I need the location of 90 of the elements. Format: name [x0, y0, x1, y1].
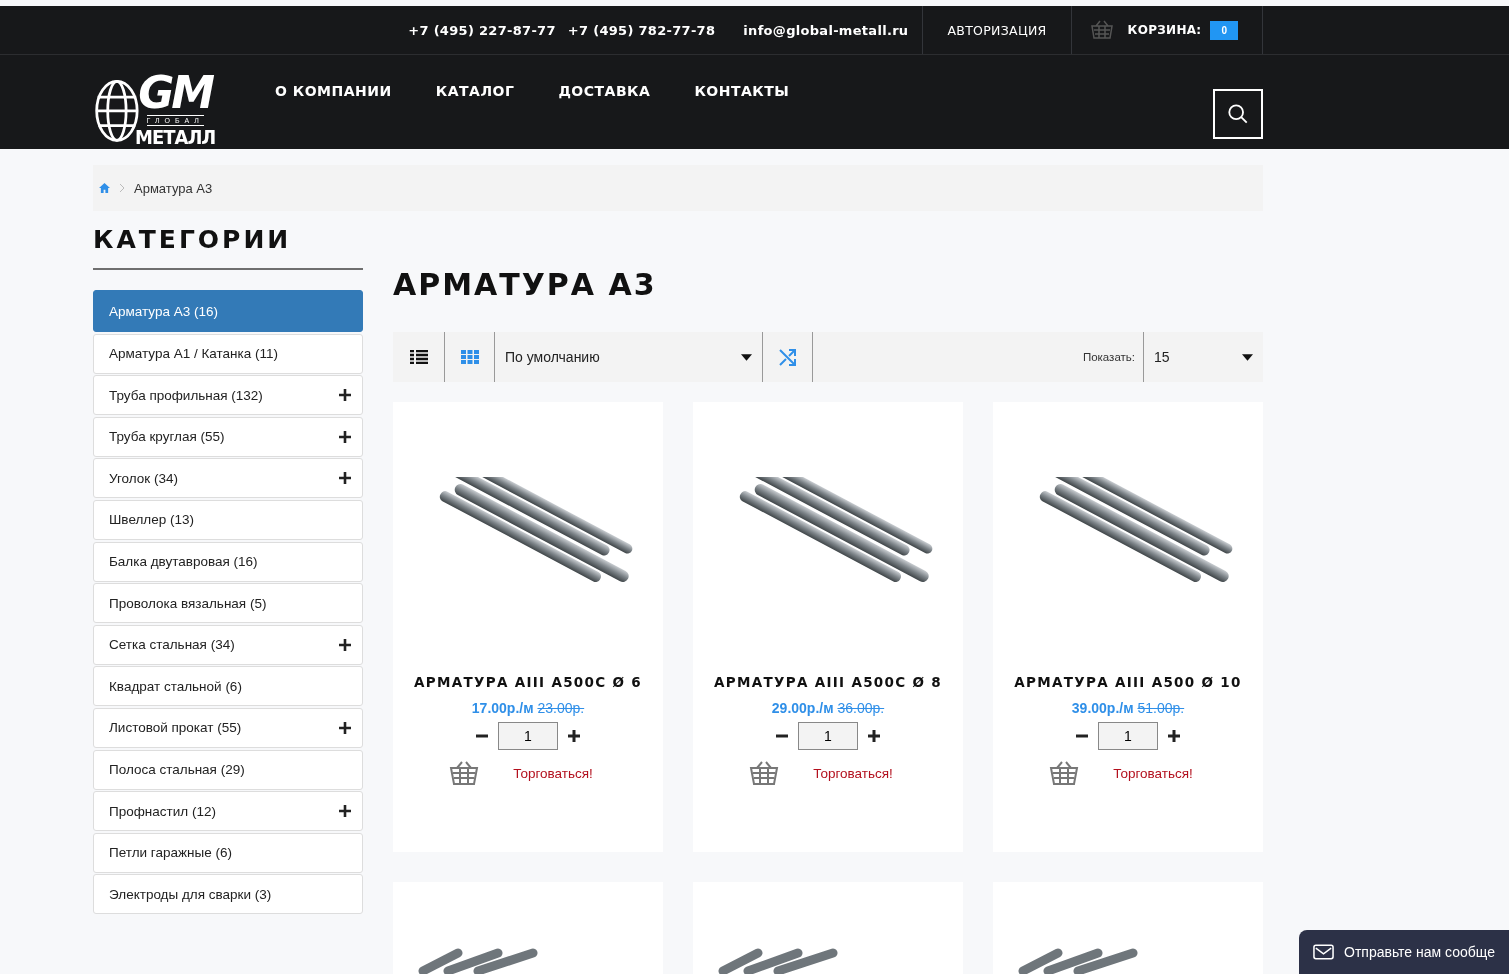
chevron-icon	[119, 183, 125, 193]
category-label: Петли гаражные (6)	[109, 845, 232, 861]
quantity-field[interactable]: 1	[798, 722, 858, 750]
nav-link[interactable]: КАТАЛОГ	[435, 83, 515, 99]
plus-icon[interactable]	[339, 805, 351, 818]
category-label: Труба профильная (132)	[109, 387, 263, 403]
basket-icon[interactable]	[449, 760, 480, 786]
product-price: 39.00р./м	[1071, 700, 1134, 716]
page-size-dropdown[interactable]: 15	[1143, 332, 1263, 382]
email-link[interactable]: info@global-metall.ru	[743, 22, 909, 38]
plus-icon[interactable]	[339, 721, 351, 734]
category-label: Швеллер (13)	[109, 512, 194, 528]
nav-link[interactable]: О КОМПАНИИ	[275, 83, 392, 99]
category-label: Арматура А1 / Катанка (11)	[109, 346, 278, 362]
category-item[interactable]: Листовой прокат (55)	[93, 707, 363, 748]
breadcrumb-item[interactable]: Арматура А3	[134, 180, 213, 196]
product-price: 29.00р./м	[771, 700, 834, 716]
cart-count-badge: 0	[1210, 20, 1238, 40]
old-price: 36.00р.	[837, 700, 885, 716]
sort-dropdown[interactable]: По умолчанию	[495, 332, 763, 382]
increase-button[interactable]	[1168, 730, 1180, 742]
category-label: Уголок (34)	[109, 470, 178, 486]
category-item[interactable]: Профнастил (12)	[93, 791, 363, 832]
phone-number[interactable]: +7 (495) 227-87-77	[408, 22, 556, 38]
category-item[interactable]: Труба круглая (55)	[93, 416, 363, 457]
category-item[interactable]: Квадрат стальной (6)	[93, 666, 363, 707]
category-item[interactable]: Проволока вязальная (5)	[93, 583, 363, 624]
category-item[interactable]: Петли гаражные (6)	[93, 832, 363, 873]
plus-icon	[568, 730, 580, 742]
caret-icon	[1242, 353, 1253, 361]
old-price: 23.00р.	[537, 700, 585, 716]
grid-icon	[460, 350, 479, 364]
list-icon	[409, 350, 428, 364]
increase-button[interactable]	[868, 730, 880, 742]
category-label: Сетка стальная (34)	[109, 637, 235, 653]
category-label: Профнастил (12)	[109, 803, 216, 819]
page-title: АРМАТУРА А3	[393, 267, 658, 302]
cart-label[interactable]: КОРЗИНА:	[1127, 23, 1202, 37]
category-item[interactable]: Полоса стальная (29)	[93, 749, 363, 790]
show-count-label: Показать:	[1082, 351, 1135, 363]
logo-mark: GM	[138, 71, 213, 115]
category-label: Проволока вязальная (5)	[109, 595, 267, 611]
category-item[interactable]: Труба профильная (132)	[93, 375, 363, 416]
product-name[interactable]: АРМАТУРА AIII A500C Ø 8	[714, 674, 942, 690]
category-label: Труба круглая (55)	[109, 429, 225, 445]
basket-icon[interactable]	[1049, 760, 1080, 786]
category-item[interactable]: Швеллер (13)	[93, 499, 363, 540]
chat-widget-button[interactable]: Отправьте нам сообще	[1299, 930, 1509, 974]
category-item[interactable]: Арматура А1 / Катанка (11)	[93, 333, 363, 374]
bargain-link[interactable]: Торговаться!	[1113, 765, 1193, 781]
envelope-icon	[1313, 944, 1334, 960]
category-item[interactable]: Сетка стальная (34)	[93, 624, 363, 665]
product-name[interactable]: АРМАТУРА AIII A500C Ø 6	[414, 674, 642, 690]
plus-icon	[1168, 730, 1180, 742]
basket-icon[interactable]	[1089, 20, 1114, 40]
nav-link[interactable]: ДОСТАВКА	[558, 83, 651, 99]
caret-icon	[741, 353, 752, 361]
login-link[interactable]: АВТОРИЗАЦИЯ	[947, 22, 1047, 38]
product-price: 17.00р./м	[471, 700, 534, 716]
bargain-link[interactable]: Торговаться!	[513, 765, 593, 781]
search-icon	[1227, 103, 1249, 125]
home-icon[interactable]	[99, 183, 110, 193]
category-item[interactable]: Арматура А3 (16)	[93, 290, 363, 332]
category-item[interactable]: Уголок (34)	[93, 458, 363, 499]
category-label: Полоса стальная (29)	[109, 762, 245, 778]
product-name[interactable]: АРМАТУРА AIII A500 Ø 10	[1014, 674, 1242, 690]
increase-button[interactable]	[568, 730, 580, 742]
category-item[interactable]: Электроды для сварки (3)	[93, 874, 363, 915]
plus-icon[interactable]	[339, 430, 351, 443]
quantity-field[interactable]: 1	[498, 722, 558, 750]
shuffle-icon	[777, 347, 798, 367]
plus-icon	[868, 730, 880, 742]
sidebar-title: КАТЕГОРИИ	[93, 225, 293, 254]
bargain-link[interactable]: Торговаться!	[813, 765, 893, 781]
category-label: Арматура А3 (16)	[109, 303, 218, 319]
plus-icon[interactable]	[339, 389, 351, 402]
category-label: Квадрат стальной (6)	[109, 678, 242, 694]
category-label: Балка двутавровая (16)	[109, 554, 258, 570]
category-item[interactable]: Балка двутавровая (16)	[93, 541, 363, 582]
old-price: 51.00р.	[1137, 700, 1185, 716]
quantity-field[interactable]: 1	[1098, 722, 1158, 750]
nav-link[interactable]: КОНТАКТЫ	[694, 83, 790, 99]
basket-icon[interactable]	[749, 760, 780, 786]
category-label: Электроды для сварки (3)	[109, 886, 272, 902]
plus-icon[interactable]	[339, 638, 351, 651]
plus-icon[interactable]	[339, 472, 351, 485]
search-button[interactable]	[1213, 89, 1263, 139]
phone-number[interactable]: +7 (495) 782-77-78	[567, 22, 716, 38]
logo-name: МЕТАЛЛ	[135, 126, 216, 148]
category-label: Листовой прокат (55)	[109, 720, 242, 736]
